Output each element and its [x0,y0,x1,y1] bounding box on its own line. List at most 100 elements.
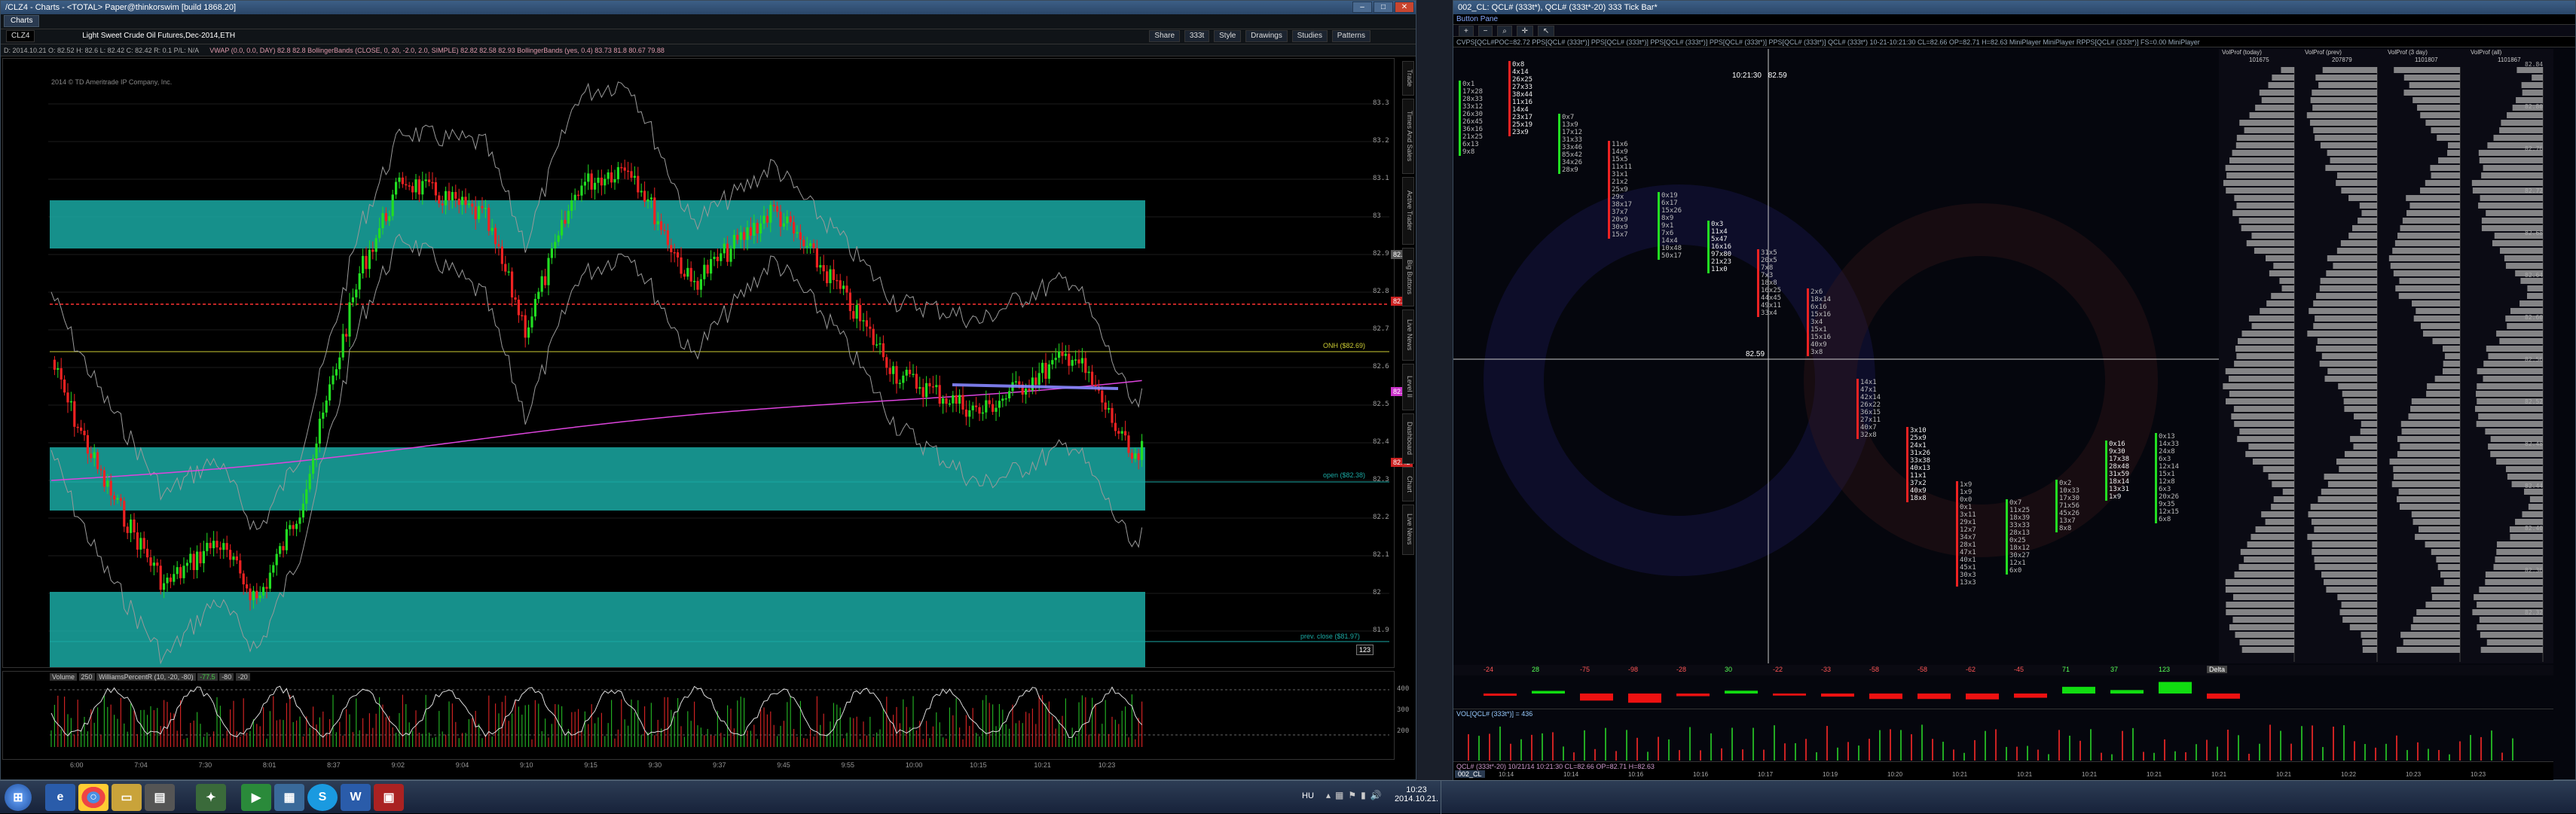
vol-profile-bar [2436,556,2460,562]
candle-body [769,205,772,223]
clock[interactable]: 10:23 2014.10.21. [1394,785,1439,803]
candle-body [995,407,998,412]
candle-body [567,211,570,224]
candle-body [925,383,928,398]
side-tab[interactable]: Chart [1402,467,1414,502]
candle-body [258,595,261,599]
side-tab[interactable]: Trade [1402,61,1414,96]
candle-body [776,206,779,212]
candle-body [1130,453,1133,459]
drawings-button[interactable]: Drawings [1245,30,1288,42]
price-chart[interactable]: 2014 © TD Ameritrade IP Company, Inc. 83… [2,58,1413,668]
share-button[interactable]: Share [1149,30,1181,42]
time-tick: 8:01 [262,761,277,769]
vol-profile-bar [2521,82,2543,88]
minimize-button[interactable]: – [1352,2,1372,13]
side-tab[interactable]: Dashboard [1402,413,1414,464]
crosshair-icon[interactable]: ✛ [1516,26,1534,36]
side-tab[interactable]: Live News [1402,309,1414,361]
aggregation-button[interactable]: 333t [1184,30,1210,42]
candle-body [666,230,669,245]
start-button[interactable]: ⊞ [5,784,32,811]
footprint-chart[interactable]: 10:21:30 82.59 82.59 0x1 17x28 28x33 33x… [1453,49,2553,663]
side-tab[interactable]: Active Trader [1402,177,1414,245]
chart-window-titlebar[interactable]: /CLZ4 - Charts - <TOTAL> Paper@thinkorsw… [1,1,1416,14]
candle-body [255,590,258,599]
candle-body [686,267,689,277]
candle-body [805,245,808,248]
vol-pane[interactable]: VOL[QCL# (333t*)] = 436 [1453,709,2553,761]
candle-body [1141,441,1144,460]
candle-body [395,181,398,195]
patterns-button[interactable]: Patterns [1331,30,1371,42]
candle-body [102,470,105,487]
taskbar-tradestation-icon[interactable]: ▦ [274,784,304,811]
tray-icons[interactable]: ▴▦⚑▮🔊 [1326,790,1386,800]
vol-profile-bar [2353,444,2377,450]
taskbar-red-app-icon[interactable]: ▣ [374,784,404,811]
cursor-icon[interactable]: ↖ [1537,26,1555,36]
taskbar-skype-icon[interactable]: S [307,784,338,811]
side-tab[interactable]: Big Buttons [1402,247,1414,306]
candle-body [268,572,271,589]
price-tick: 83.3 [1373,99,1389,107]
bottom-tab[interactable]: 002_CL [1455,770,1485,778]
vol-profile-bar [2480,195,2543,201]
vol-profile-bar [2409,82,2460,88]
vol-profile-bar [2350,436,2377,442]
bar-count-badge: 123 [1356,645,1374,655]
side-tab[interactable]: Times And Sales [1402,98,1414,174]
volume-value: 250 [78,673,95,681]
taskbar-app-icon[interactable]: ▤ [145,784,175,811]
maximize-button[interactable]: □ [1374,2,1393,13]
candle-body [66,392,69,403]
candle-body [1037,373,1040,385]
taskbar-thinkorswim-icon[interactable]: ✦ [196,784,226,811]
close-button[interactable]: ✕ [1395,2,1414,13]
language-indicator[interactable]: HU [1302,791,1314,800]
footprint-window-titlebar[interactable]: 002_CL: QCL# (333t*), QCL# (333t*-20) 33… [1453,1,2575,14]
side-tab[interactable]: Level II [1402,363,1414,410]
vol-profile-bar [2397,451,2460,457]
vol-profile-bar [2308,511,2377,517]
taskbar-word-icon[interactable]: W [341,784,371,811]
candle-body [892,366,895,374]
studies-button[interactable]: Studies [1291,30,1328,42]
candle-body [398,177,401,182]
zoom-in-icon[interactable]: + [1459,26,1474,36]
time-tick: 10:23 [1098,761,1116,769]
candle-body [796,232,799,234]
volume-header: Volume 250 WilliamsPercentR (10, -20, -8… [50,673,250,681]
taskbar-chrome-icon[interactable]: ○ [78,784,108,811]
time-tick: 10:15 [970,761,987,769]
candle-body [514,297,517,300]
vol-profile-bar [2402,218,2460,224]
show-desktop-button[interactable] [1441,781,1451,814]
candle-body [262,587,265,596]
vol-profile-bar [2413,97,2460,103]
taskbar-ie-icon[interactable]: e [45,784,75,811]
taskbar-ninja-icon[interactable]: ▶ [241,784,271,811]
chart-toolbar: CLZ4 Light Sweet Crude Oil Futures,Dec-2… [1,29,1416,44]
tab-charts[interactable]: Charts [4,15,40,27]
vol-profile-bar [2318,496,2377,502]
style-button[interactable]: Style [1214,30,1242,42]
taskbar-folder-icon[interactable]: ▭ [112,784,142,811]
prev-close-label: prev. close ($81.97) [1300,633,1360,640]
price-chart-svg [48,81,1389,667]
vol-profile-bar [2485,579,2543,585]
price-tick: 82.9 [1373,250,1389,258]
candle-body [315,444,318,459]
symbol-input[interactable]: CLZ4 [6,30,35,42]
side-tab[interactable]: Live News [1402,504,1414,555]
zoom-out-icon[interactable]: − [1477,26,1493,36]
candle-body [616,166,619,179]
vol-profile-total: 207879 [2332,56,2352,63]
candle-body [898,383,901,385]
magnify-icon[interactable]: ⌕ [1497,26,1512,36]
vol-profile-bar [2312,105,2377,111]
volume-pane[interactable]: Volume 250 WilliamsPercentR (10, -20, -8… [2,671,1409,760]
candle-body [83,431,86,435]
volume-svg [50,685,1389,747]
delta-bar [1580,694,1613,701]
